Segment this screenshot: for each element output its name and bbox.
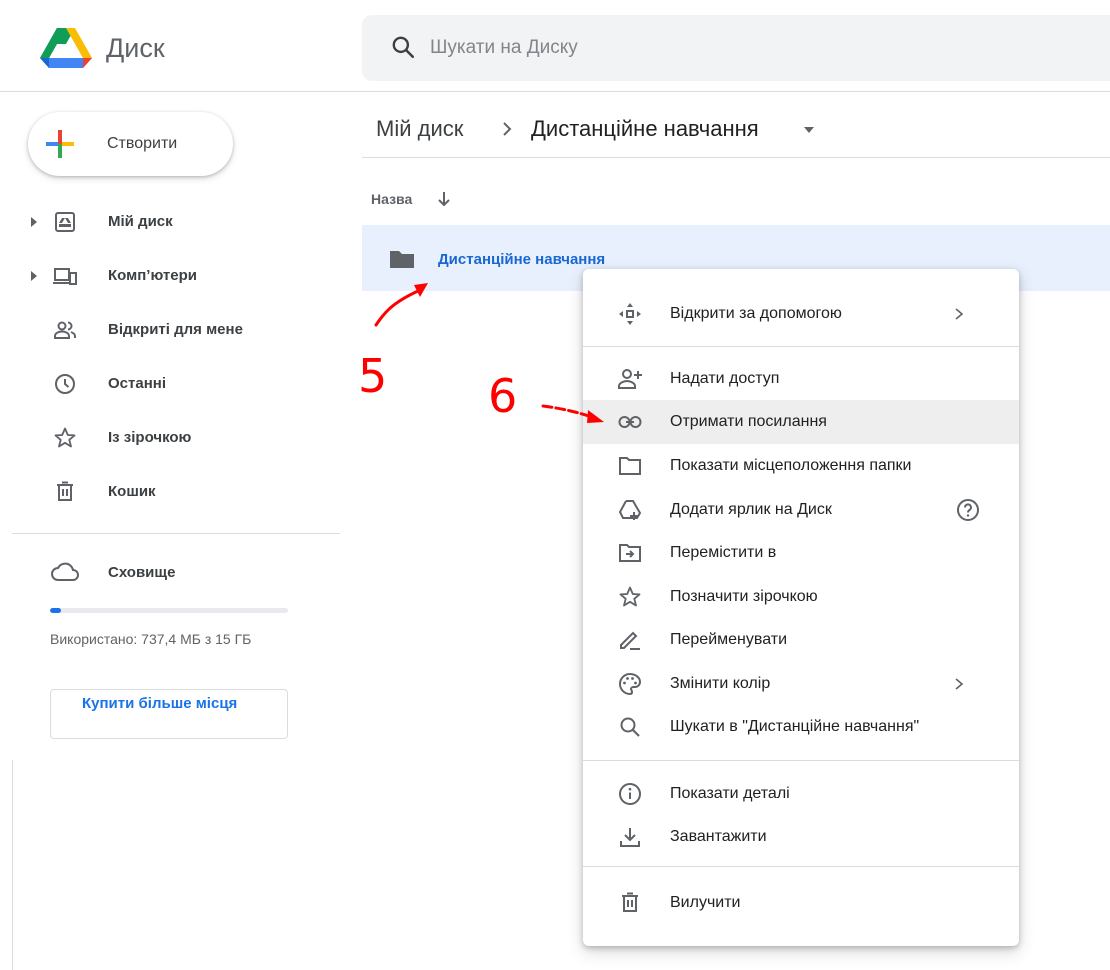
menu-item-move-to[interactable] <box>583 531 1019 575</box>
search-input[interactable]: Шукати на Диску <box>430 34 578 62</box>
link-icon <box>618 416 642 428</box>
menu-item-share[interactable] <box>583 357 1019 401</box>
menu-item-label: Відкрити за допомогою <box>670 305 842 322</box>
add-shortcut-icon <box>618 500 642 520</box>
arrow-down-icon[interactable] <box>436 190 452 208</box>
sidebar-item-trash[interactable]: Кошик <box>108 482 156 502</box>
share-person-add-icon <box>618 369 642 389</box>
annotation-arrow-6 <box>541 404 604 423</box>
menu-item-remove[interactable] <box>583 881 1019 925</box>
menu-item-label: Надати доступ <box>670 370 780 387</box>
help-icon[interactable] <box>956 498 980 522</box>
caret-down-icon[interactable] <box>803 126 815 134</box>
sidebar-item-my-drive[interactable]: Мій диск <box>108 212 173 232</box>
chevron-right-icon <box>955 308 964 320</box>
annotation-number-6: 6 <box>488 369 518 423</box>
sidebar-edge <box>12 760 13 970</box>
chevron-right-icon <box>955 678 964 690</box>
folder-icon <box>390 251 414 268</box>
rename-pencil-icon <box>620 631 640 650</box>
annotation-number-5: 5 <box>358 349 388 403</box>
expand-arrow-icon[interactable] <box>30 271 38 281</box>
menu-separator <box>583 866 1019 867</box>
shared-people-icon <box>54 321 76 339</box>
menu-item-label: Перейменувати <box>670 631 787 648</box>
sidebar-divider <box>12 533 340 534</box>
app-title[interactable]: Диск <box>106 30 165 66</box>
download-icon <box>620 828 640 847</box>
drive-logo-icon[interactable] <box>40 26 92 70</box>
sidebar-item-storage[interactable]: Сховище <box>108 563 175 583</box>
menu-separator <box>583 760 1019 761</box>
menu-item-label: Перемістити в <box>670 544 777 561</box>
sidebar-item-recent[interactable]: Останні <box>108 374 166 394</box>
menu-separator <box>583 346 1019 347</box>
buy-storage-label: Купити більше місця <box>82 695 238 712</box>
menu-item-label: Змінити колір <box>670 675 771 692</box>
menu-item-view-details[interactable] <box>583 772 1019 816</box>
expand-arrow-icon[interactable] <box>30 217 38 227</box>
star-icon <box>54 427 76 448</box>
column-header-name[interactable]: Назва <box>371 190 412 208</box>
search-icon[interactable] <box>390 34 416 60</box>
menu-item-label: Шукати в "Дистанційне навчання" <box>670 718 920 735</box>
menu-item-label: Додати ярлик на Диск <box>670 501 832 518</box>
breadcrumb-root[interactable]: Мій диск <box>376 114 463 144</box>
sidebar-item-computers[interactable]: Комп’ютери <box>108 266 197 286</box>
create-button-label: Створити <box>107 135 178 152</box>
menu-item-label: Показати місцеположення папки <box>670 457 912 474</box>
trash-icon <box>622 892 638 912</box>
storage-progress-bar <box>50 608 288 613</box>
menu-item-label: Вилучити <box>670 894 741 911</box>
main-divider <box>362 157 1110 158</box>
my-drive-icon <box>55 212 75 232</box>
clock-icon <box>55 374 75 394</box>
trash-icon <box>57 481 73 501</box>
search-icon <box>620 717 640 737</box>
cloud-icon <box>51 562 79 581</box>
palette-icon <box>619 672 642 696</box>
menu-item-rename[interactable] <box>583 618 1019 662</box>
menu-item-label: Показати деталі <box>670 785 790 802</box>
plus-icon <box>46 130 74 158</box>
move-to-icon <box>619 544 641 562</box>
storage-used-text: Використано: 737,4 МБ з 15 ГБ <box>50 631 252 647</box>
menu-item-label: Позначити зірочкою <box>670 588 818 605</box>
menu-item-label: Завантажити <box>670 828 767 845</box>
info-icon <box>619 783 641 805</box>
star-outline-icon <box>619 586 641 607</box>
sidebar-item-starred[interactable]: Із зірочкою <box>108 428 191 448</box>
file-name[interactable]: Дистанційне навчання <box>438 250 605 270</box>
folder-outline-icon <box>619 457 641 475</box>
breadcrumb-chevron-icon <box>503 122 512 136</box>
breadcrumb-current[interactable]: Дистанційне навчання <box>531 114 759 144</box>
computers-icon <box>53 268 77 285</box>
open-with-icon <box>619 303 641 325</box>
menu-item-label: Отримати посилання <box>670 413 827 430</box>
sidebar-item-shared[interactable]: Відкриті для мене <box>108 320 243 340</box>
annotation-arrow-5 <box>374 283 428 327</box>
menu-item-download[interactable] <box>583 815 1019 859</box>
storage-progress-fill <box>50 608 62 613</box>
